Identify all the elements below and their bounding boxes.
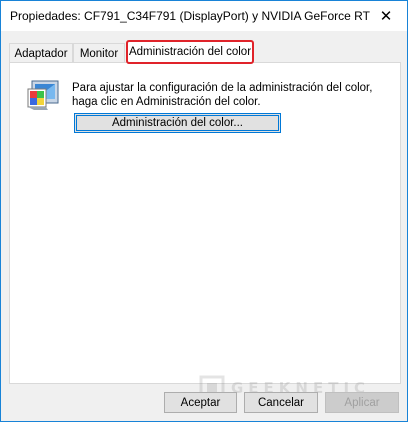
description-text: Para ajustar la configuración de la admi… xyxy=(72,81,392,109)
properties-window: Propiedades: CF791_C34F791 (DisplayPort)… xyxy=(0,0,408,422)
close-icon: ✕ xyxy=(379,8,393,25)
window-title: Propiedades: CF791_C34F791 (DisplayPort)… xyxy=(10,9,370,23)
cancel-button[interactable]: Cancelar xyxy=(244,392,318,413)
color-management-button[interactable]: Administración del color... xyxy=(74,113,281,133)
tab-adaptador[interactable]: Adaptador xyxy=(9,43,73,63)
close-button[interactable]: ✕ xyxy=(365,1,407,31)
color-management-button-label: Administración del color... xyxy=(111,117,244,129)
title-bar[interactable]: Propiedades: CF791_C34F791 (DisplayPort)… xyxy=(1,1,407,31)
ok-button[interactable]: Aceptar xyxy=(164,392,237,413)
tab-label: Adaptador xyxy=(14,47,68,60)
apply-button-label: Aplicar xyxy=(344,396,380,409)
tab-label: Monitor xyxy=(79,47,119,60)
tab-panel: Para ajustar la configuración de la admi… xyxy=(9,62,401,384)
apply-button[interactable]: Aplicar xyxy=(325,392,399,413)
tab-strip: Adaptador Monitor Administración del col… xyxy=(9,40,401,64)
tab-label: Administración del color xyxy=(128,46,252,58)
tab-administracion-del-color[interactable]: Administración del color xyxy=(126,40,254,64)
cancel-button-label: Cancelar xyxy=(257,396,305,409)
description-line: Para ajustar la configuración de la admi… xyxy=(72,82,373,94)
description-line: haga clic en Administración del color. xyxy=(72,96,261,108)
tab-monitor[interactable]: Monitor xyxy=(73,43,125,63)
ok-button-label: Aceptar xyxy=(180,396,221,409)
color-monitor-icon xyxy=(27,80,59,110)
